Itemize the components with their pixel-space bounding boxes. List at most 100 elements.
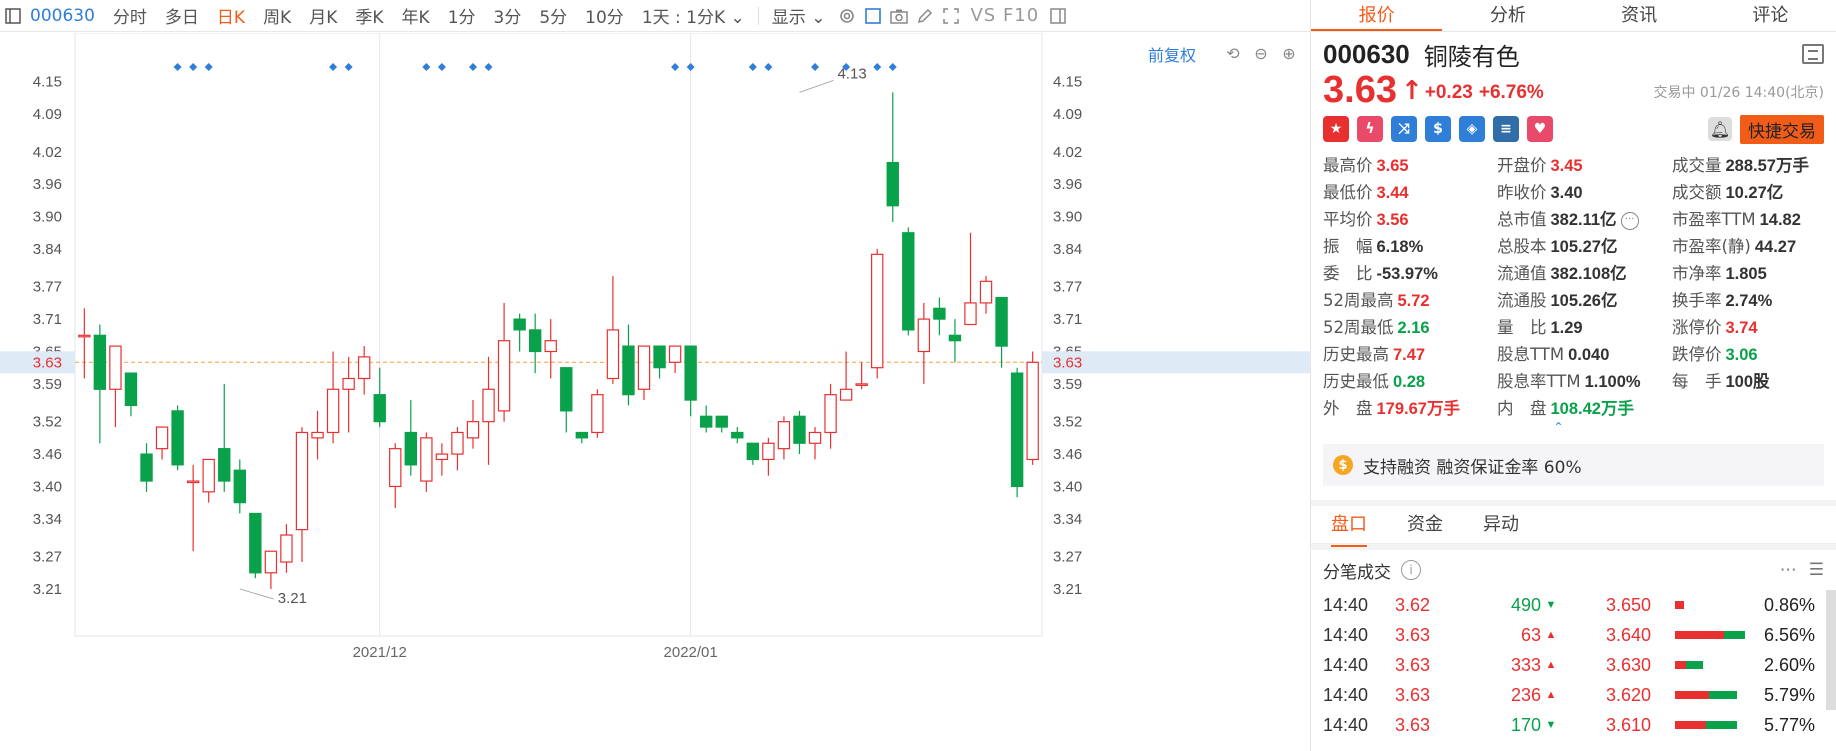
event-marker[interactable] [344, 63, 353, 71]
candle-down[interactable] [218, 383, 231, 492]
list-icon[interactable]: ☰ [1809, 560, 1824, 580]
candle-down[interactable] [793, 410, 806, 455]
period-tab[interactable]: 10分 [576, 3, 633, 28]
heart-icon[interactable]: ♥ [1527, 116, 1553, 142]
right-tab[interactable]: 报价 [1311, 0, 1443, 31]
period-tab[interactable]: 日K [208, 3, 254, 28]
candle-up[interactable] [482, 356, 495, 465]
candle-up[interactable] [855, 362, 868, 390]
candle-up[interactable] [839, 351, 853, 401]
candle-down[interactable] [171, 405, 184, 471]
candle-up[interactable] [326, 351, 340, 444]
event-marker[interactable] [189, 63, 198, 71]
event-marker[interactable] [888, 63, 897, 71]
period-tab[interactable]: 1分 [439, 3, 485, 28]
event-marker[interactable] [873, 63, 882, 71]
zoom-out-icon[interactable]: ⊖ [1250, 42, 1272, 64]
settings-gear-icon[interactable] [834, 5, 860, 27]
shuffle-icon[interactable]: ⤨ [1391, 116, 1417, 142]
scrollbar[interactable] [1826, 590, 1836, 710]
right-tab[interactable]: 评论 [1705, 0, 1836, 31]
candle-up[interactable] [264, 550, 278, 590]
candle-down[interactable] [699, 405, 713, 433]
candle-up[interactable] [964, 232, 977, 326]
candle-up[interactable] [591, 389, 604, 438]
event-marker[interactable] [748, 63, 757, 71]
event-marker[interactable] [686, 63, 695, 71]
lightning-icon[interactable]: ϟ [1357, 116, 1383, 142]
camera-icon[interactable] [886, 5, 912, 27]
candle-down[interactable] [1010, 367, 1024, 498]
candle-down[interactable] [933, 297, 946, 336]
candle-down[interactable] [746, 442, 760, 465]
sub-tab[interactable]: 盘口 [1331, 503, 1367, 547]
sidebar-toggle-icon[interactable] [0, 5, 26, 27]
bell-icon[interactable]: 🔔︎ [1708, 117, 1732, 141]
candle-up[interactable] [979, 275, 993, 314]
pencil-icon[interactable] [912, 5, 938, 27]
candle-up[interactable] [435, 443, 449, 476]
menu-icon[interactable] [1802, 44, 1824, 64]
fullscreen-icon[interactable] [938, 5, 964, 27]
candle-up[interactable] [497, 302, 511, 422]
candle-down[interactable] [731, 427, 744, 444]
collapse-chevron-icon[interactable]: ⌃ [1293, 421, 1824, 434]
panel-toggle-icon[interactable] [1045, 5, 1071, 27]
candle-down[interactable] [513, 313, 526, 352]
candle-up[interactable] [466, 400, 480, 449]
vs-compare-button[interactable]: VS F10 [964, 5, 1045, 26]
candle-up[interactable] [917, 302, 931, 384]
checkbox-icon[interactable] [860, 5, 886, 27]
zoom-in-icon[interactable]: ⊕ [1278, 42, 1300, 64]
period-tab[interactable]: 多日 [156, 3, 208, 28]
period-select[interactable]: 1天 : 1分K ⌄ [633, 3, 754, 28]
period-tab[interactable]: 3分 [485, 3, 531, 28]
display-menu[interactable]: 显示 ⌄ [763, 3, 835, 28]
candle-up[interactable] [824, 383, 837, 449]
event-marker[interactable] [764, 63, 773, 71]
candle-up[interactable] [280, 524, 293, 573]
candle-up[interactable] [186, 464, 200, 552]
candle-up[interactable] [311, 410, 324, 460]
event-marker[interactable] [811, 63, 820, 71]
price-adjust-button[interactable]: 前复权 [1148, 42, 1196, 66]
candle-up[interactable] [342, 356, 355, 433]
reset-icon[interactable]: ⟲ [1222, 42, 1244, 64]
candle-down[interactable] [684, 345, 697, 417]
candle-down[interactable] [715, 415, 728, 433]
candle-down[interactable] [249, 512, 262, 579]
event-marker[interactable] [437, 63, 446, 71]
candle-down[interactable] [233, 459, 246, 514]
candle-down[interactable] [560, 367, 573, 433]
candle-down[interactable] [404, 400, 418, 476]
candle-up[interactable] [295, 427, 309, 563]
candlestick-chart[interactable]: 2021/12 2022/01 4.15 4.15 4.09 4.09 4.02 4.02 3.… [0, 33, 1310, 751]
candle-up[interactable] [389, 443, 402, 509]
right-tab[interactable]: 资讯 [1574, 0, 1705, 31]
stock-code-label[interactable]: 000630 [26, 6, 104, 26]
candle-up[interactable] [202, 458, 215, 503]
document-icon[interactable]: ≡ [1493, 116, 1519, 142]
candle-down[interactable] [902, 227, 915, 336]
event-marker[interactable] [671, 63, 680, 71]
candle-up[interactable] [777, 416, 791, 460]
candle-down[interactable] [995, 296, 1008, 368]
event-marker[interactable] [173, 63, 182, 71]
candle-down[interactable] [622, 324, 635, 406]
candle-up[interactable] [78, 308, 91, 379]
more-icon[interactable]: ⋯ [1780, 560, 1797, 580]
candle-down[interactable] [948, 319, 962, 363]
info-icon[interactable]: i [1401, 560, 1421, 580]
candle-down[interactable] [653, 345, 666, 379]
candle-up[interactable] [1026, 351, 1039, 465]
candle-up[interactable] [606, 275, 620, 384]
event-marker[interactable] [204, 63, 213, 71]
candle-up[interactable] [762, 437, 775, 476]
sub-tab[interactable]: 资金 [1407, 503, 1443, 547]
sub-tab[interactable]: 异动 [1483, 503, 1519, 547]
candle-down[interactable] [886, 92, 899, 222]
period-tab[interactable]: 季K [346, 3, 392, 28]
more-circle-icon[interactable]: ··· [1620, 211, 1639, 230]
candle-down[interactable] [575, 431, 589, 444]
candle-up[interactable] [668, 345, 682, 374]
